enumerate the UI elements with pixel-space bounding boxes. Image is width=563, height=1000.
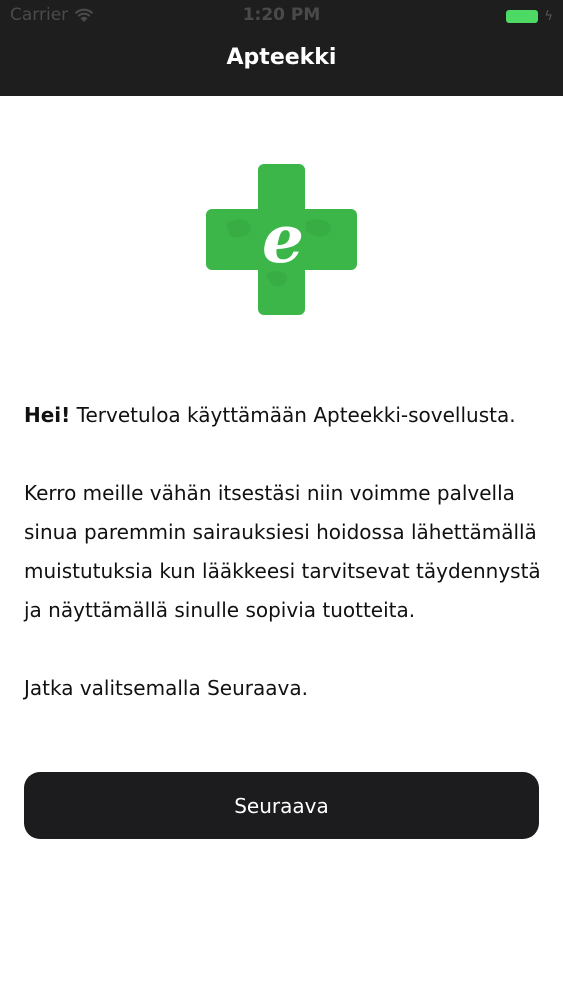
battery-icon <box>506 10 539 23</box>
logo-letter: e <box>262 200 304 278</box>
page-title: Apteekki <box>226 45 337 70</box>
status-bar: Carrier 1:20 PM ϟ <box>0 0 563 32</box>
greeting-text: Tervetuloa käyttämään Apteekki-sovellust… <box>70 403 516 427</box>
top-bar: Carrier 1:20 PM ϟ Apteekki <box>0 0 563 96</box>
welcome-content: Hei! Tervetuloa käyttämään Apteekki-sove… <box>24 396 544 708</box>
charging-bolt-icon: ϟ <box>544 9 553 24</box>
apteekki-logo: e <box>206 164 357 315</box>
battery-group: ϟ <box>506 9 553 24</box>
greeting-bold: Hei! <box>24 403 71 427</box>
next-button[interactable]: Seuraava <box>24 772 539 839</box>
description-paragraph: Kerro meille vähän itsestäsi niin voimme… <box>24 481 541 622</box>
greeting-paragraph: Hei! Tervetuloa käyttämään Apteekki-sove… <box>24 396 544 435</box>
instruction-paragraph: Jatka valitsemalla Seuraava. <box>24 676 308 700</box>
status-time: 1:20 PM <box>242 5 321 25</box>
